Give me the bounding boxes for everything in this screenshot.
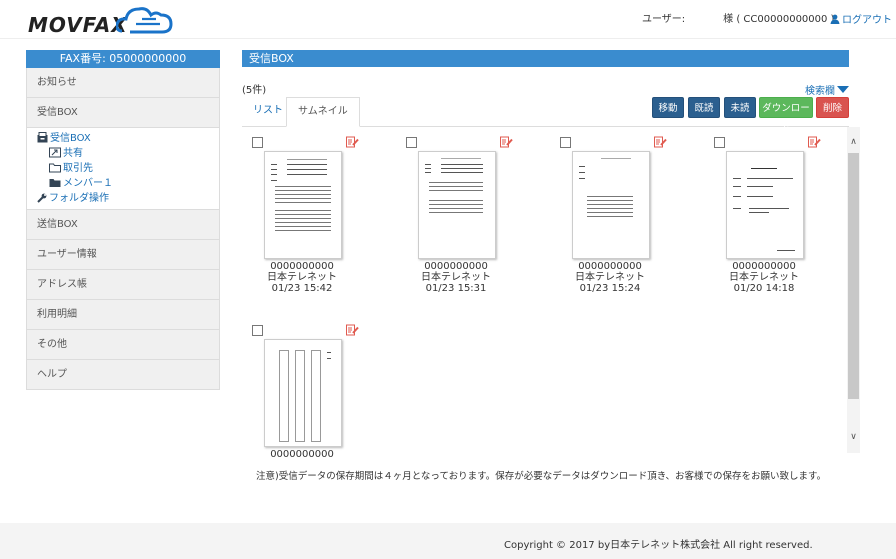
user-info: ユーザー: 様 ( CC00000000000 ) bbox=[642, 10, 834, 25]
shared-folder-icon bbox=[49, 147, 61, 158]
fax-time: 01/20 14:18 bbox=[733, 283, 795, 294]
fax-number: 0000000000 bbox=[270, 449, 334, 460]
view-tabs: リスト サムネイル bbox=[242, 97, 849, 127]
fax-number: 0000000000 bbox=[578, 261, 642, 272]
fax-card[interactable]: 0000000000 日本テレネット 01/20 14:18 bbox=[704, 127, 821, 297]
movfax-logo[interactable]: MOVFAX bbox=[28, 3, 178, 37]
inbox-folder-tree: 受信BOX 共有 取引先 メンバー１ フォルダ操作 bbox=[26, 128, 220, 210]
folder-filled-icon bbox=[49, 179, 61, 187]
cloud-icon bbox=[116, 7, 173, 34]
fax-thumbnail[interactable] bbox=[572, 151, 650, 259]
fax-time: 01/23 15:31 bbox=[425, 283, 487, 294]
delete-button[interactable]: 削除 bbox=[816, 97, 849, 118]
item-count: (5件) bbox=[242, 85, 267, 96]
select-checkbox[interactable] bbox=[406, 137, 417, 148]
header: MOVFAX ユーザー: 様 ( CC00000000000 ) ログアウト bbox=[0, 0, 896, 39]
tree-item-clients[interactable]: 取引先 bbox=[37, 161, 219, 176]
mark-read-button[interactable]: 既読 bbox=[688, 97, 720, 118]
retention-notice: 注意)受信データの保存期間は４ヶ月となっております。保存が必要なデータはダウンロ… bbox=[256, 471, 827, 482]
fax-sender: 日本テレネット bbox=[421, 272, 491, 283]
fax-time: 01/23 15:42 bbox=[271, 283, 333, 294]
logout-link[interactable]: ログアウト bbox=[830, 11, 892, 26]
thumbnail-grid: 0000000000 日本テレネット 01/23 15:42 000000000… bbox=[242, 127, 860, 460]
tree-item-member1[interactable]: メンバー１ bbox=[37, 176, 219, 191]
tree-item-label: 受信BOX bbox=[50, 133, 91, 144]
fax-thumbnail[interactable] bbox=[264, 151, 342, 259]
tree-item-inbox[interactable]: 受信BOX bbox=[37, 131, 219, 146]
user-label: ユーザー: bbox=[642, 14, 686, 25]
select-checkbox[interactable] bbox=[560, 137, 571, 148]
fax-time: 01/23 15:24 bbox=[579, 283, 641, 294]
select-checkbox[interactable] bbox=[714, 137, 725, 148]
fax-card[interactable]: 0000000000 日本テレネット 01/23 15:24 bbox=[550, 127, 667, 297]
tree-item-shared[interactable]: 共有 bbox=[37, 146, 219, 161]
wrench-icon bbox=[37, 193, 47, 203]
select-checkbox[interactable] bbox=[252, 137, 263, 148]
scroll-down-icon[interactable]: ∨ bbox=[847, 430, 860, 444]
move-button[interactable]: 移動 bbox=[652, 97, 684, 118]
sidebar-item-user-info[interactable]: ユーザー情報 bbox=[26, 240, 220, 270]
scrollbar-thumb[interactable] bbox=[848, 153, 859, 399]
sidebar-item-usage[interactable]: 利用明細 bbox=[26, 300, 220, 330]
sidebar-item-outbox[interactable]: 送信BOX bbox=[26, 210, 220, 240]
mark-unread-button[interactable]: 未読 bbox=[724, 97, 756, 118]
folder-outline-icon bbox=[49, 163, 61, 173]
memo-edit-icon[interactable] bbox=[808, 136, 821, 148]
select-checkbox[interactable] bbox=[252, 325, 263, 336]
tab-thumbnail[interactable]: サムネイル bbox=[286, 97, 360, 127]
user-name: 様 ( CC00000000000 ) bbox=[723, 14, 835, 25]
inbox-icon bbox=[37, 132, 48, 143]
tree-item-label: 共有 bbox=[63, 148, 83, 159]
fax-number: 0000000000 bbox=[732, 261, 796, 272]
fax-card[interactable]: 0000000000 日本テレネット 01/23 15:42 bbox=[242, 127, 359, 297]
logout-label: ログアウト bbox=[842, 15, 892, 26]
sidebar-item-other[interactable]: その他 bbox=[26, 330, 220, 360]
fax-card[interactable]: 0000000000 日本テレネット 01/23 15:31 bbox=[396, 127, 513, 297]
sidebar-item-inbox[interactable]: 受信BOX bbox=[26, 98, 220, 128]
copyright: Copyright © 2017 by日本テレネット株式会社 All right… bbox=[504, 540, 813, 551]
fax-thumbnail[interactable] bbox=[726, 151, 804, 259]
memo-edit-icon[interactable] bbox=[346, 136, 359, 148]
tree-item-label: メンバー１ bbox=[63, 178, 113, 189]
fax-sender: 日本テレネット bbox=[267, 272, 337, 283]
fax-card[interactable]: 0000000000 bbox=[242, 315, 359, 460]
sidebar: FAX番号: 05000000000 お知らせ 受信BOX 受信BOX 共有 取… bbox=[26, 50, 220, 390]
fax-thumbnail[interactable] bbox=[418, 151, 496, 259]
search-toggle-label: 検索欄 bbox=[805, 86, 835, 97]
tree-item-label: 取引先 bbox=[63, 163, 93, 174]
fax-number: 0000000000 bbox=[270, 261, 334, 272]
sidebar-item-address-book[interactable]: アドレス帳 bbox=[26, 270, 220, 300]
person-icon bbox=[830, 14, 840, 24]
logo-text: MOVFAX bbox=[28, 13, 128, 37]
page-title: 受信BOX bbox=[242, 50, 849, 67]
memo-edit-icon[interactable] bbox=[500, 136, 513, 148]
footer: Copyright © 2017 by日本テレネット株式会社 All right… bbox=[0, 523, 896, 559]
scroll-up-icon[interactable]: ∧ bbox=[847, 135, 860, 149]
sidebar-item-help[interactable]: ヘルプ bbox=[26, 360, 220, 390]
sidebar-item-notice[interactable]: お知らせ bbox=[26, 68, 220, 98]
fax-sender: 日本テレネット bbox=[729, 272, 799, 283]
search-toggle[interactable]: 検索欄 bbox=[805, 82, 849, 97]
fax-number: 0000000000 bbox=[424, 261, 488, 272]
tree-item-label: フォルダ操作 bbox=[49, 193, 109, 204]
fax-thumbnail[interactable] bbox=[264, 339, 342, 447]
memo-edit-icon[interactable] bbox=[654, 136, 667, 148]
download-button[interactable]: ダウンロード bbox=[759, 97, 813, 135]
vertical-scrollbar[interactable]: ∧ ∨ bbox=[847, 127, 860, 453]
fax-number: FAX番号: 05000000000 bbox=[26, 50, 220, 68]
tree-item-folder-ops[interactable]: フォルダ操作 bbox=[37, 191, 219, 206]
fax-sender: 日本テレネット bbox=[575, 272, 645, 283]
caret-down-icon bbox=[837, 86, 849, 93]
memo-edit-icon[interactable] bbox=[346, 324, 359, 336]
